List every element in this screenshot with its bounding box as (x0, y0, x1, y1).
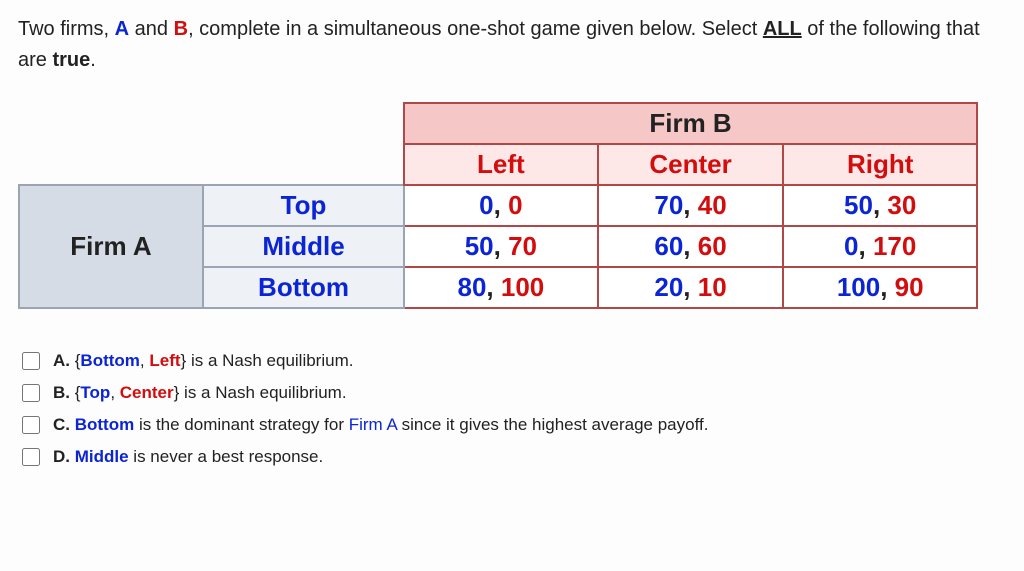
cell-bottom-center: 20, 10 (598, 267, 784, 308)
cell-bottom-right: 100, 90 (783, 267, 977, 308)
cell-top-center: 70, 40 (598, 185, 784, 226)
answer-b-text: B. {Top, Center} is a Nash equilibrium. (53, 383, 347, 403)
all-word: ALL (763, 18, 802, 40)
answer-c-text: C. Bottom is the dominant strategy for F… (53, 415, 708, 435)
answer-d-text: D. Middle is never a best response. (53, 447, 323, 467)
firm-b-header: Firm B (404, 103, 977, 144)
cell-middle-right: 0, 170 (783, 226, 977, 267)
checkbox-b[interactable] (22, 384, 40, 402)
checkbox-c[interactable] (22, 416, 40, 434)
row-top: Top (203, 185, 404, 226)
cell-middle-left: 50, 70 (404, 226, 598, 267)
answer-c: C. Bottom is the dominant strategy for F… (18, 413, 1006, 437)
answer-list: A. {Bottom, Left} is a Nash equilibrium.… (18, 349, 1006, 469)
cell-top-left: 0, 0 (404, 185, 598, 226)
answer-a: A. {Bottom, Left} is a Nash equilibrium. (18, 349, 1006, 373)
payoff-table: Firm B Left Center Right Firm A Top 0, 0… (18, 102, 978, 309)
firm-b-letter: B (174, 18, 188, 40)
answer-b: B. {Top, Center} is a Nash equilibrium. (18, 381, 1006, 405)
col-center: Center (598, 144, 784, 185)
firm-a-header: Firm A (19, 185, 203, 308)
checkbox-a[interactable] (22, 352, 40, 370)
answer-d: D. Middle is never a best response. (18, 445, 1006, 469)
row-bottom: Bottom (203, 267, 404, 308)
answer-a-text: A. {Bottom, Left} is a Nash equilibrium. (53, 351, 353, 371)
col-left: Left (404, 144, 598, 185)
question-text: Two firms, A and B, complete in a simult… (18, 14, 1006, 76)
row-middle: Middle (203, 226, 404, 267)
cell-bottom-left: 80, 100 (404, 267, 598, 308)
checkbox-d[interactable] (22, 448, 40, 466)
cell-middle-center: 60, 60 (598, 226, 784, 267)
col-right: Right (783, 144, 977, 185)
firm-a-letter: A (115, 18, 129, 40)
cell-top-right: 50, 30 (783, 185, 977, 226)
